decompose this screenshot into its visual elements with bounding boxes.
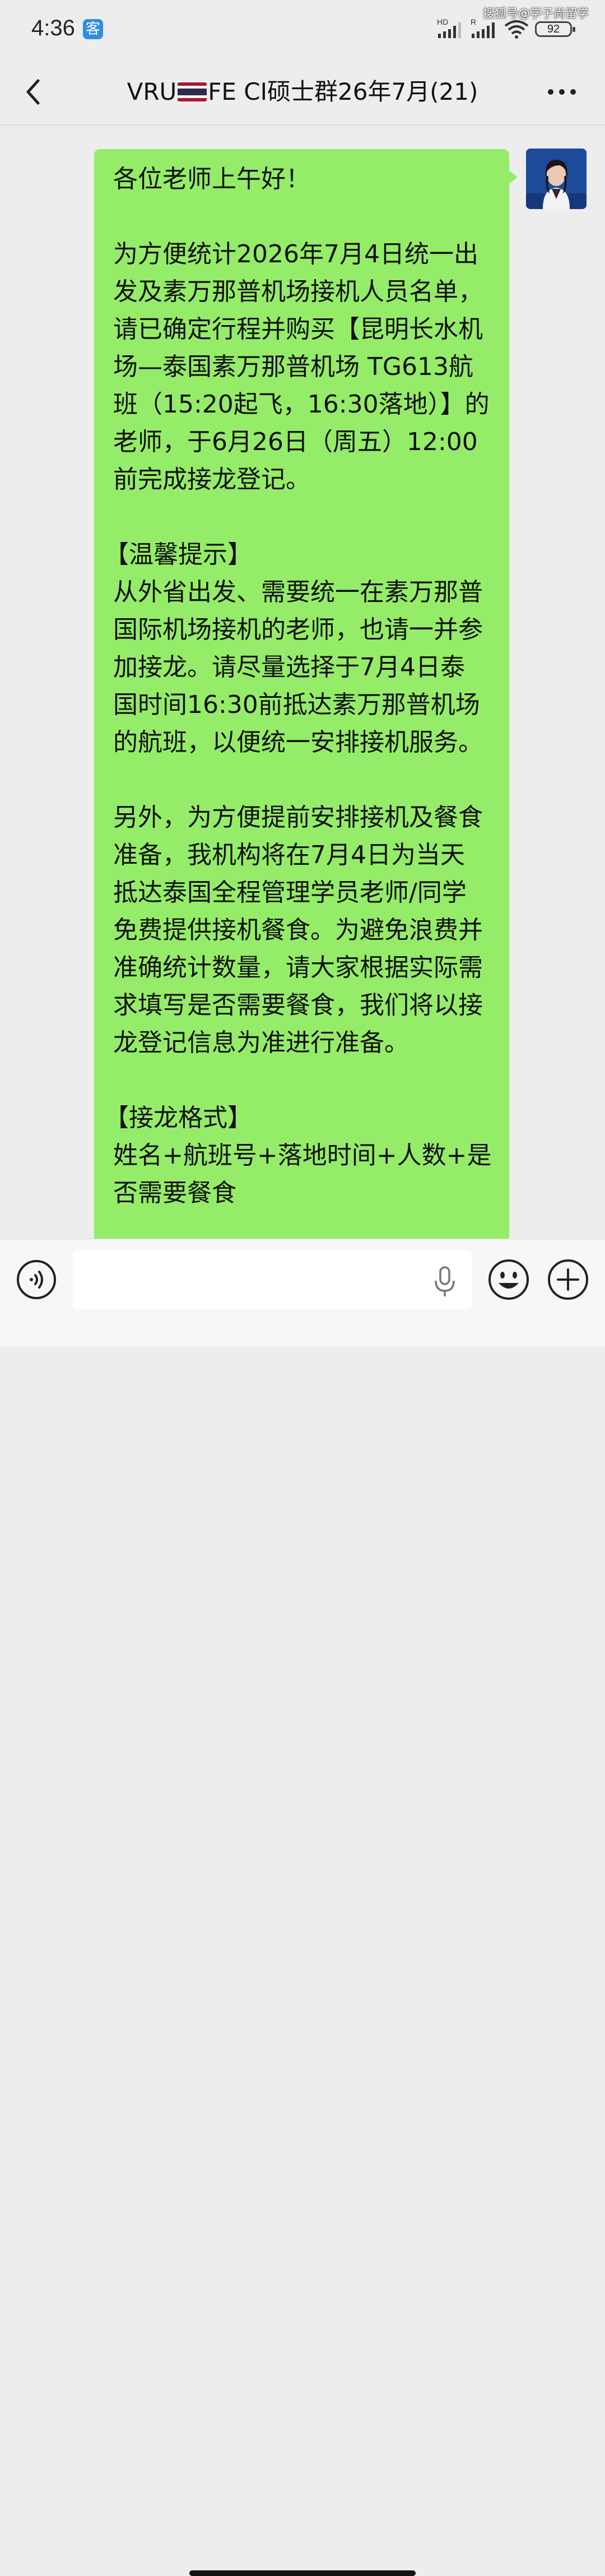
message-bubble-tail — [508, 169, 518, 185]
wifi-icon — [504, 20, 529, 39]
chat-title-suffix: FE CI硕士群26年7月(21) — [208, 78, 478, 105]
message-line: 发及素万那普机场接机人员名单， — [113, 277, 483, 306]
input-bar — [0, 1239, 605, 2576]
message-line: 【接龙格式】 — [104, 1104, 252, 1132]
message-line: 的航班，以便统一安排接机服务。 — [113, 728, 483, 757]
avatar-portrait-icon — [526, 149, 587, 209]
message-line: 抵达泰国全程管理学员老师/同学 — [113, 878, 467, 907]
message-input[interactable] — [73, 1250, 472, 1309]
svg-text:HD: HD — [437, 17, 448, 26]
message-line: 班（15:20起飞，16:30落地）】的 — [113, 390, 490, 419]
chat-title-prefix: VRU — [127, 78, 177, 105]
status-time: 4:36 — [31, 16, 75, 40]
message-line: 【温馨提示】 — [104, 540, 252, 569]
message-line: 前完成接龙登记。 — [113, 465, 310, 494]
watermark: 搜狐号@学子尚留学 — [483, 7, 589, 20]
message-line: 场—泰国素万那普机场 TG613航 — [113, 353, 473, 381]
cellular-signal-hd-icon: HD — [437, 17, 461, 38]
sender-avatar[interactable] — [526, 149, 587, 209]
status-bar: 4:36 客 HD R 92 搜狐号@学子尚留学 — [0, 0, 605, 62]
message-line: 免费提供接机餐食。为避免浪费并 — [113, 916, 483, 944]
home-indicator — [189, 2570, 416, 2576]
message-line: 老师，于6月26日（周五）12:00 — [113, 428, 478, 456]
message-line: 否需要餐食 — [113, 1179, 236, 1207]
message-line: 另外，为方便提前安排接机及餐食 — [113, 803, 483, 832]
message-line: 龙登记信息为准进行准备。 — [113, 1028, 409, 1057]
svg-text:R: R — [471, 17, 476, 26]
header-divider — [0, 124, 605, 126]
message-line: 从外省出发、需要统一在素万那普 — [113, 578, 483, 606]
message-line — [113, 1062, 492, 1099]
message-line: 国际机场接机的老师，也请一并参 — [113, 615, 483, 644]
message-line — [113, 498, 492, 536]
thailand-flag-icon — [178, 82, 207, 101]
message-line: 姓名+航班号+落地时间+人数+是 — [113, 1141, 492, 1170]
message-line: 请已确定行程并购买【昆明长水机 — [113, 315, 483, 344]
add-more-icon[interactable] — [547, 1258, 589, 1301]
message-line: 为方便统计2026年7月4日统一出 — [113, 240, 478, 268]
notification-app-icon: 客 — [83, 19, 103, 39]
message-line: 国时间16:30前抵达素万那普机场 — [113, 691, 480, 719]
chat-header: VRU FE CI硕士群26年7月(21) — [0, 62, 605, 123]
microphone-icon[interactable] — [431, 1265, 458, 1299]
message-line: 准确统计数量，请大家根据实际需 — [113, 953, 483, 982]
voice-mode-icon[interactable] — [17, 1260, 56, 1299]
message-line: 准备，我机构将在7月4日为当天 — [113, 841, 465, 869]
battery-indicator: 92 — [535, 21, 575, 37]
message-line: 加接龙。请尽量选择于7月4日泰 — [113, 653, 465, 682]
message-bubble[interactable]: 各位老师上午好！ 为方便统计2026年7月4日统一出 发及素万那普机场接机人员名单，… — [94, 149, 509, 1242]
emoji-icon[interactable] — [487, 1258, 530, 1301]
more-options-icon[interactable] — [546, 84, 578, 100]
message-line — [113, 761, 492, 799]
message-line — [113, 198, 492, 235]
back-arrow-icon[interactable] — [20, 74, 47, 110]
chat-title: VRU FE CI硕士群26年7月(21) — [67, 74, 538, 110]
message-line: 求填写是否需要餐食，我们将以接 — [113, 991, 483, 1020]
message-line: 各位老师上午好！ — [113, 165, 310, 193]
